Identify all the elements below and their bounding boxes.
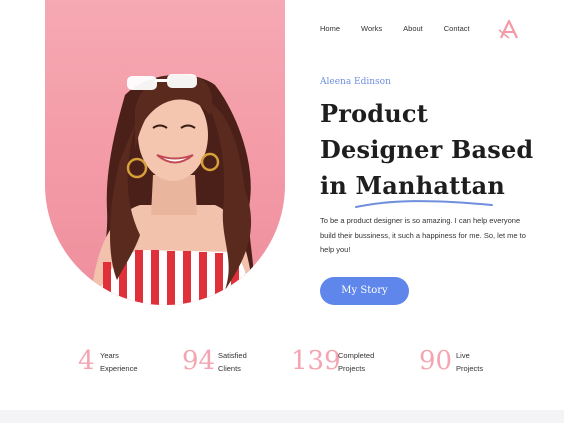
stat-label-line-2: Projects: [456, 364, 484, 373]
woman-portrait-illustration: [90, 74, 255, 305]
stat-label: Completed Projects: [338, 349, 374, 375]
hero-headline: Product Designer Based in Manhattan: [320, 96, 550, 208]
stat-label: Years Experience: [100, 349, 138, 375]
stat-label-line-2: Clients: [218, 364, 241, 373]
stat-label-line-1: Satisfied: [218, 351, 247, 360]
main-nav: Home Works About Contact: [320, 24, 491, 33]
stat-label-line-1: Live: [456, 351, 470, 360]
headline-line-3: in Manhattan: [320, 168, 550, 208]
a-monogram-logo-icon[interactable]: [497, 18, 521, 40]
stat-label-line-1: Years: [100, 351, 119, 360]
hero-portrait-photo: [45, 0, 285, 305]
nav-contact[interactable]: Contact: [444, 24, 470, 33]
headline-prefix: in: [320, 171, 347, 200]
stat-number: 139: [291, 346, 341, 376]
stat-label-line-1: Completed: [338, 351, 375, 360]
highlight-text: Manhattan: [355, 171, 506, 200]
nav-works[interactable]: Works: [361, 24, 382, 33]
stats-row: 4 Years Experience 94 Satisfied Clients …: [78, 346, 548, 382]
stat-number: 90: [419, 346, 453, 376]
footer-divider: [0, 410, 564, 423]
nav-about[interactable]: About: [403, 24, 423, 33]
stat-number: 94: [182, 346, 216, 376]
headline-line-1: Product: [320, 99, 429, 128]
hero-description: To be a product designer is so amazing. …: [320, 216, 526, 254]
stat-label: Satisfied Clients: [218, 349, 247, 375]
stat-number: 4: [78, 346, 95, 376]
headline-highlight-word: Manhattan: [354, 168, 506, 208]
stat-label-line-2: Experience: [100, 364, 138, 373]
nav-home[interactable]: Home: [320, 24, 340, 33]
my-story-button[interactable]: My Story: [320, 277, 409, 305]
stat-label: Live Projects: [456, 349, 483, 375]
brush-underline-icon: [354, 200, 493, 208]
author-name: Aleena Edinson: [320, 77, 391, 87]
headline-line-2: Designer Based: [320, 135, 534, 164]
stat-label-line-2: Projects: [338, 364, 366, 373]
